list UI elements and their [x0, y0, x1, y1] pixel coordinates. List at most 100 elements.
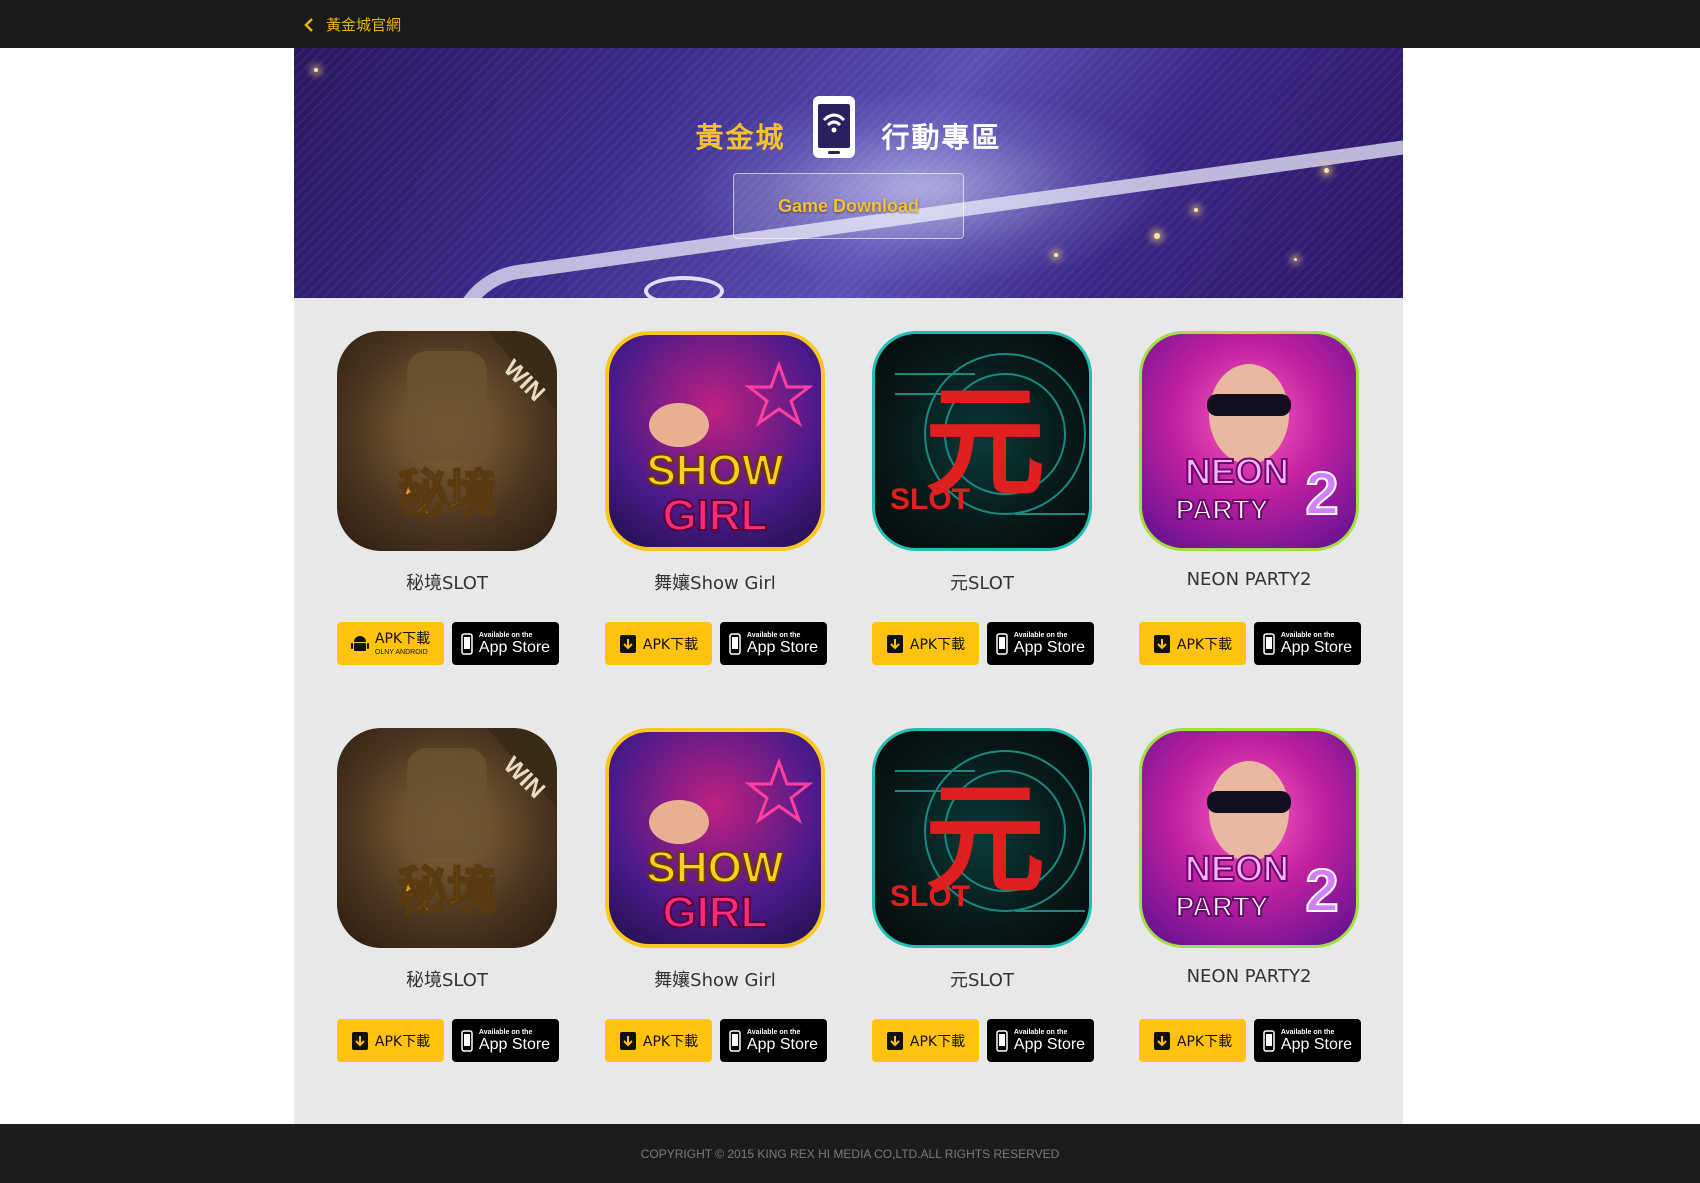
- store-small-label: Available on the: [478, 1028, 533, 1036]
- app-name: 元SLOT: [950, 970, 1014, 991]
- svg-text:SHOW: SHOW: [647, 446, 784, 495]
- app-name: NEON PARTY2: [1186, 966, 1312, 987]
- apk-download-button[interactable]: APK下載: [337, 1019, 444, 1062]
- sparkle: [1154, 233, 1160, 239]
- banner-home-button-illustration: [644, 276, 724, 298]
- yuan-slot-icon[interactable]: 元 SLOT: [872, 728, 1092, 948]
- apk-label: APK下載: [642, 636, 699, 653]
- secret-realm-artwork: WIN 秘境: [396, 331, 557, 524]
- neon-party-2-icon[interactable]: NEON PARTY 2: [1139, 331, 1359, 551]
- app-name: 秘境SLOT: [406, 970, 488, 991]
- iphone-icon: [729, 1029, 741, 1052]
- download-icon: [886, 634, 903, 653]
- store-main-label: App Store: [1280, 638, 1353, 656]
- apk-label: APK下載: [1176, 636, 1233, 653]
- apk-label: APK下載: [909, 636, 966, 653]
- iphone-icon: [729, 632, 741, 655]
- footer: COPYRIGHT © 2015 KING REX HI MEDIA CO,LT…: [0, 1124, 1700, 1183]
- download-buttons: APK下載 Available on the App Store: [872, 622, 1097, 665]
- download-buttons: APK下載 Available on the App Store: [872, 1019, 1097, 1062]
- store-label-stack: Available on the App Store: [479, 1029, 550, 1053]
- banner-zone-title: 行動專區: [881, 121, 1002, 154]
- download-buttons: APK下載 Available on the App Store: [605, 622, 830, 665]
- svg-text:秘境: 秘境: [397, 862, 497, 920]
- apk-download-button[interactable]: APK下載: [605, 622, 712, 665]
- store-main-label: App Store: [478, 638, 551, 656]
- app-grid: WIN 秘境 秘境SLOT APK下載 OLNY ANDROID Availab…: [337, 331, 1361, 1125]
- sparkle: [1194, 208, 1198, 212]
- iphone-icon: [461, 632, 473, 655]
- app-store-button[interactable]: Available on the App Store: [1254, 622, 1361, 665]
- apk-label-stack: APK下載 OLNY ANDROID: [375, 632, 430, 656]
- app-store-button[interactable]: Available on the App Store: [720, 1019, 827, 1062]
- store-main-label: App Store: [746, 1035, 819, 1053]
- neon-party-artwork: NEON PARTY 2: [1175, 761, 1340, 925]
- banner-brand: 黃金城: [695, 121, 786, 154]
- apk-label: APK下載: [1176, 1033, 1233, 1050]
- apk-download-button[interactable]: APK下載: [605, 1019, 712, 1062]
- yuan-slot-icon[interactable]: 元 SLOT: [872, 331, 1092, 551]
- yuan-slot-artwork: 元 SLOT: [890, 750, 1086, 913]
- app-store-button[interactable]: Available on the App Store: [1254, 1019, 1361, 1062]
- back-link[interactable]: 黃金城官網: [304, 14, 401, 35]
- svg-text:GIRL: GIRL: [662, 888, 767, 937]
- iphone-icon: [1263, 1029, 1275, 1052]
- neon-party-artwork: NEON PARTY 2: [1175, 364, 1340, 528]
- apk-download-button[interactable]: APK下載: [1139, 622, 1246, 665]
- store-label-stack: Available on the App Store: [747, 1029, 818, 1053]
- neon-party-2-icon[interactable]: NEON PARTY 2: [1139, 728, 1359, 948]
- app-name: 秘境SLOT: [406, 573, 488, 594]
- svg-text:GIRL: GIRL: [662, 491, 767, 540]
- game-download-button[interactable]: Game Download: [733, 173, 964, 239]
- download-icon: [619, 1031, 636, 1050]
- app-store-button[interactable]: Available on the App Store: [987, 622, 1094, 665]
- apk-download-button[interactable]: APK下載 OLNY ANDROID: [337, 622, 444, 665]
- store-label-stack: Available on the App Store: [1281, 632, 1352, 656]
- apk-label: APK下載: [642, 1033, 699, 1050]
- sparkle: [314, 68, 318, 72]
- iphone-icon: [1263, 632, 1275, 655]
- iphone-icon: [996, 1029, 1008, 1052]
- download-buttons: APK下載 Available on the App Store: [1139, 1019, 1364, 1062]
- store-main-label: App Store: [478, 1035, 551, 1053]
- app-store-button[interactable]: Available on the App Store: [987, 1019, 1094, 1062]
- top-bar: 黃金城官網: [0, 0, 1700, 48]
- store-label-stack: Available on the App Store: [1014, 632, 1085, 656]
- store-small-label: Available on the: [1280, 631, 1335, 639]
- store-main-label: App Store: [1013, 638, 1086, 656]
- secret-realm-artwork: WIN 秘境: [396, 728, 557, 921]
- apk-download-button[interactable]: APK下載: [1139, 1019, 1246, 1062]
- show-girl-icon[interactable]: SHOW GIRL: [605, 728, 825, 948]
- apk-label: APK下載: [909, 1033, 966, 1050]
- banner-title: 黃金城 行動專區: [294, 92, 1403, 162]
- secret-realm-slot-icon[interactable]: WIN 秘境: [337, 728, 557, 948]
- secret-realm-slot-icon[interactable]: WIN 秘境: [337, 331, 557, 551]
- store-label-stack: Available on the App Store: [1014, 1029, 1085, 1053]
- download-icon: [1153, 634, 1170, 653]
- game-download-label: Game Download: [777, 195, 920, 216]
- svg-text:PARTY: PARTY: [1176, 891, 1269, 922]
- store-small-label: Available on the: [1280, 1028, 1335, 1036]
- store-small-label: Available on the: [478, 631, 533, 639]
- app-store-button[interactable]: Available on the App Store: [452, 1019, 559, 1062]
- download-icon: [886, 1031, 903, 1050]
- download-icon: [351, 1031, 368, 1050]
- apk-download-button[interactable]: APK下載: [872, 1019, 979, 1062]
- app-row: WIN 秘境 秘境SLOT APK下載 OLNY ANDROID Availab…: [337, 331, 1361, 728]
- svg-text:PARTY: PARTY: [1176, 494, 1269, 525]
- apk-download-button[interactable]: APK下載: [872, 622, 979, 665]
- back-link-label: 黃金城官網: [326, 16, 402, 34]
- app-store-button[interactable]: Available on the App Store: [452, 622, 559, 665]
- sparkle: [1054, 253, 1058, 257]
- download-buttons: APK下載 Available on the App Store: [337, 1019, 562, 1062]
- app-store-button[interactable]: Available on the App Store: [720, 622, 827, 665]
- app-row: WIN 秘境 秘境SLOT APK下載 Available on the App…: [337, 728, 1361, 1125]
- download-buttons: APK下載 OLNY ANDROID Available on the App …: [337, 622, 562, 665]
- store-main-label: App Store: [1280, 1035, 1353, 1053]
- download-buttons: APK下載 Available on the App Store: [605, 1019, 830, 1062]
- apk-sub-label: OLNY ANDROID: [374, 648, 428, 656]
- svg-text:NEON: NEON: [1185, 451, 1289, 492]
- show-girl-icon[interactable]: SHOW GIRL: [605, 331, 825, 551]
- store-label-stack: Available on the App Store: [1281, 1029, 1352, 1053]
- copyright-text: COPYRIGHT © 2015 KING REX HI MEDIA CO,LT…: [640, 1146, 1060, 1161]
